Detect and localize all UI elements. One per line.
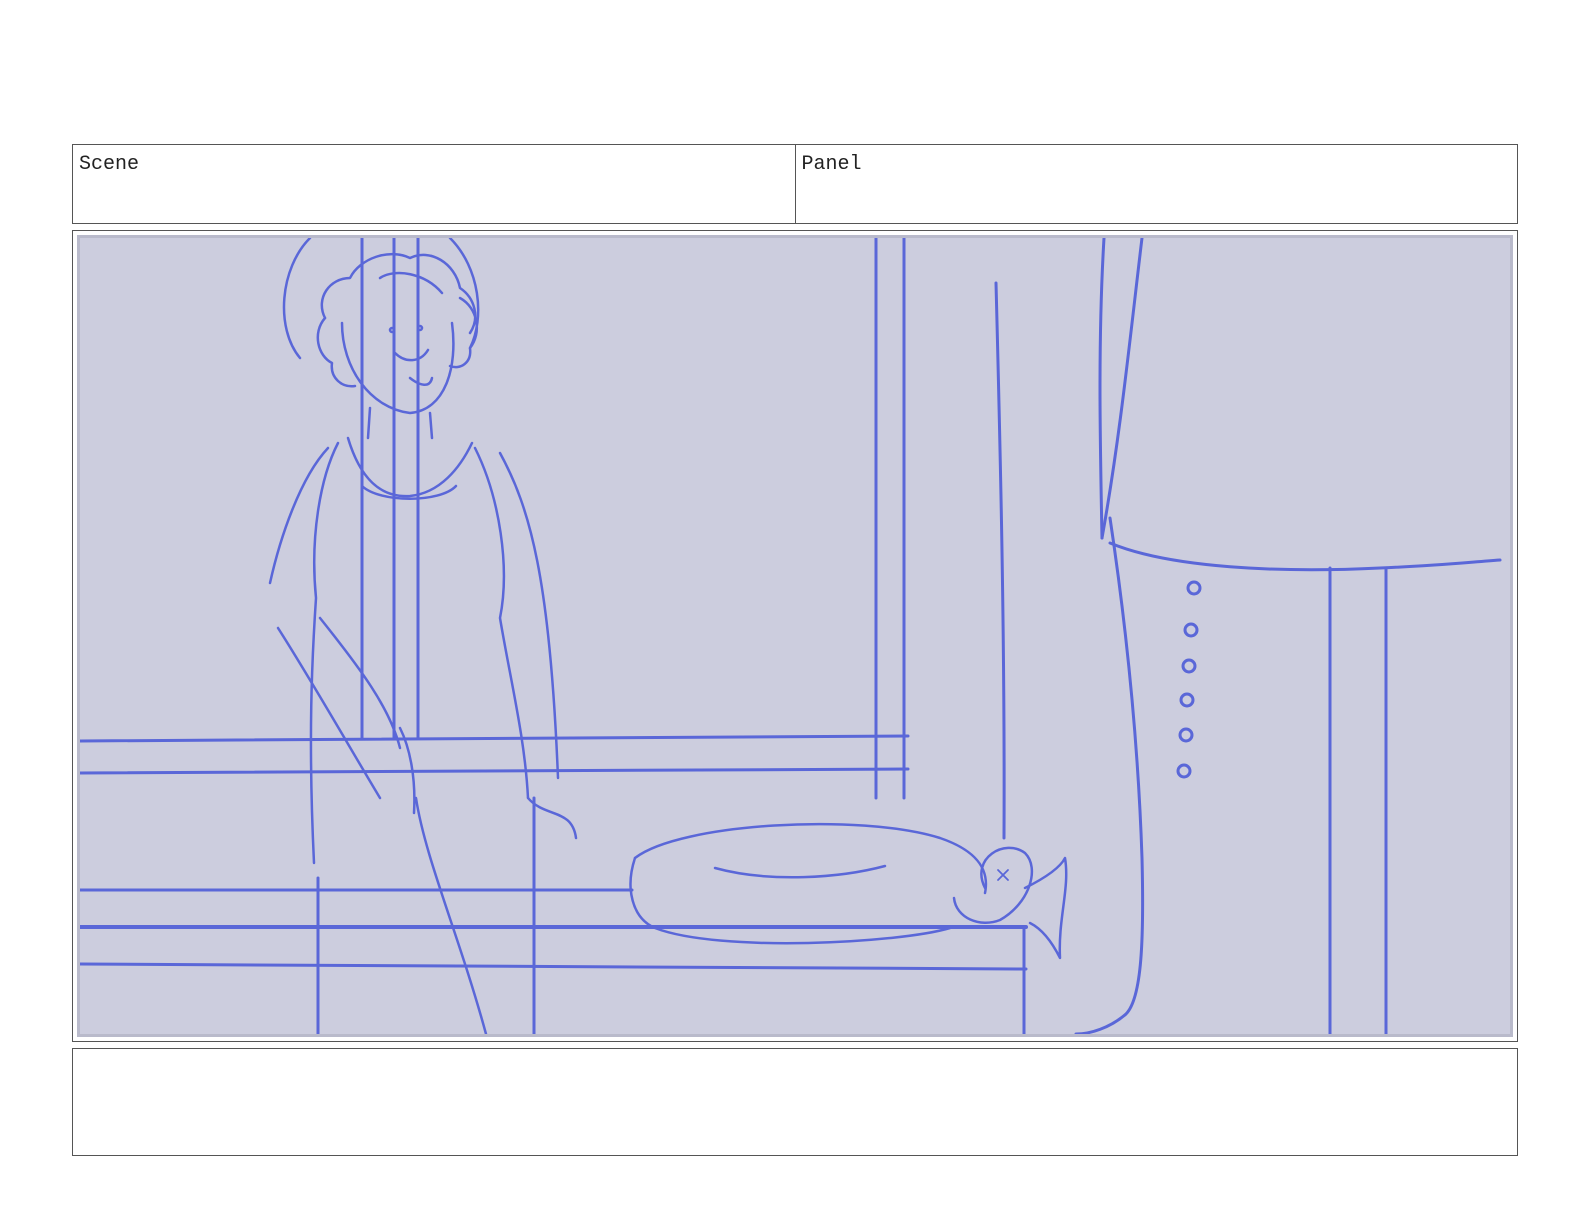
counter (80, 796, 1028, 1034)
sketch-drawing (80, 238, 1502, 1034)
storyboard-page: Scene Panel (0, 0, 1584, 1224)
door (994, 238, 1502, 1034)
storyboard-header: Scene Panel (72, 144, 1518, 224)
panel-field[interactable]: Panel (794, 145, 1518, 223)
storyboard-frame (72, 230, 1518, 1042)
woman-figure (268, 238, 578, 1034)
window-frame (80, 238, 910, 800)
sketch-area (77, 235, 1513, 1037)
scene-label: Scene (79, 153, 140, 176)
fish (629, 822, 1068, 960)
panel-label: Panel (801, 153, 862, 176)
scene-field[interactable]: Scene (73, 145, 795, 223)
notes-field[interactable] (72, 1048, 1518, 1156)
